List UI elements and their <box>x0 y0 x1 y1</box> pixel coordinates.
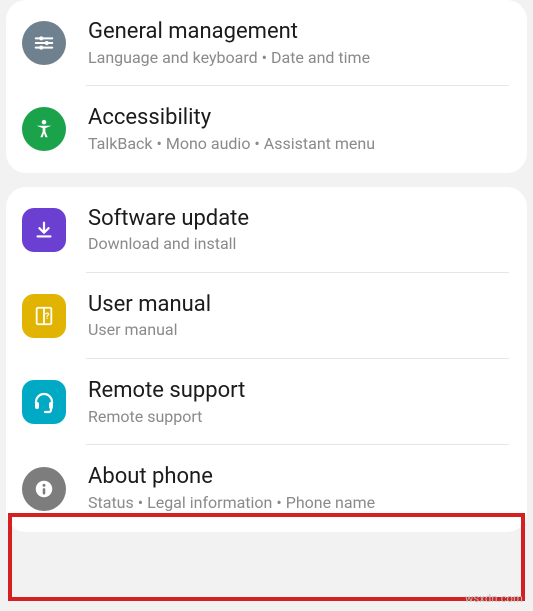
row-accessibility[interactable]: Accessibility TalkBack • Mono audio • As… <box>6 86 527 172</box>
row-texts: Accessibility TalkBack • Mono audio • As… <box>88 104 375 154</box>
row-title: Accessibility <box>88 104 375 132</box>
row-about-phone[interactable]: About phone Status • Legal information •… <box>6 445 527 531</box>
sliders-icon <box>22 21 66 65</box>
person-icon <box>22 107 66 151</box>
settings-group-1: General management Language and keyboard… <box>6 0 527 173</box>
row-title: General management <box>88 18 370 46</box>
row-title: Software update <box>88 205 249 233</box>
row-subtitle: Download and install <box>88 234 249 255</box>
row-title: About phone <box>88 463 375 491</box>
row-general-management[interactable]: General management Language and keyboard… <box>6 0 527 86</box>
help-book-icon: ? <box>22 294 66 338</box>
settings-group-2: Software update Download and install ? U… <box>6 187 527 532</box>
info-icon <box>22 467 66 511</box>
row-texts: Software update Download and install <box>88 205 249 255</box>
row-texts: General management Language and keyboard… <box>88 18 370 68</box>
row-title: Remote support <box>88 377 245 405</box>
row-subtitle: User manual <box>88 320 211 341</box>
row-remote-support[interactable]: Remote support Remote support <box>6 359 527 445</box>
row-texts: User manual User manual <box>88 291 211 341</box>
download-icon <box>22 208 66 252</box>
svg-text:?: ? <box>45 312 50 322</box>
row-software-update[interactable]: Software update Download and install <box>6 187 527 273</box>
headset-icon <box>22 380 66 424</box>
row-subtitle: Remote support <box>88 407 245 428</box>
row-subtitle: Status • Legal information • Phone name <box>88 493 375 514</box>
row-title: User manual <box>88 291 211 319</box>
watermark-text: wsxdn.com <box>465 592 523 605</box>
row-user-manual[interactable]: ? User manual User manual <box>6 273 527 359</box>
row-texts: Remote support Remote support <box>88 377 245 427</box>
row-subtitle: Language and keyboard • Date and time <box>88 48 370 69</box>
row-subtitle: TalkBack • Mono audio • Assistant menu <box>88 134 375 155</box>
row-texts: About phone Status • Legal information •… <box>88 463 375 513</box>
